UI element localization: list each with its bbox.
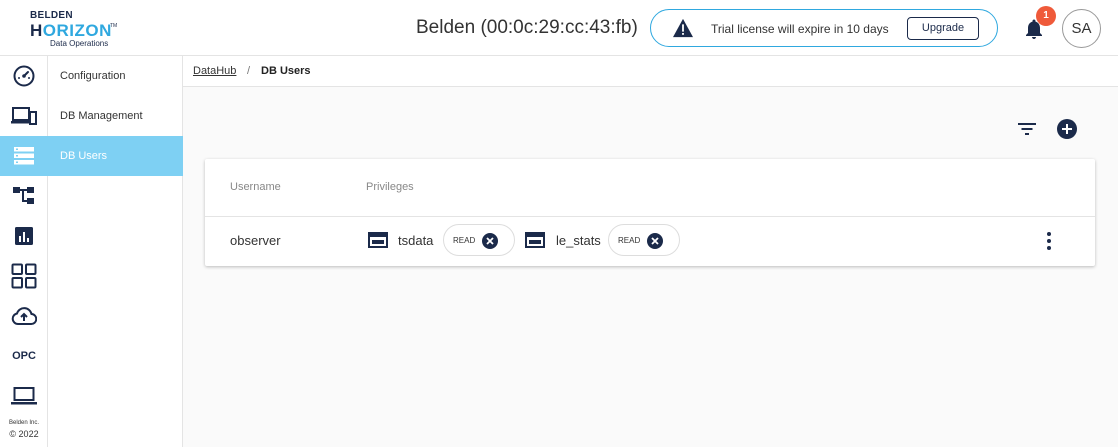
datahub-subnav: Configuration DB Management DB Users — [48, 56, 183, 447]
privilege-chip: READ — [443, 224, 515, 256]
storage-icon — [14, 147, 34, 165]
privilege-chip: READ — [608, 224, 680, 256]
column-header-username: Username — [230, 181, 281, 193]
subnav-item-db-users[interactable]: DB Users — [48, 136, 183, 176]
privilege-access-label: READ — [453, 236, 476, 245]
rail-item-cloud-upload[interactable] — [0, 296, 48, 336]
rail-item-storage[interactable] — [0, 136, 48, 176]
privilege-db-name: le_stats — [556, 233, 601, 248]
analytics-icon — [15, 227, 33, 245]
dashboard-icon — [13, 65, 35, 87]
license-message: Trial license will expire in 10 days — [711, 22, 889, 36]
belden-horizon-logo[interactable]: BELDEN HORIZON TM Data Operations — [28, 10, 128, 48]
filter-icon[interactable] — [1015, 118, 1039, 140]
more-options-icon[interactable] — [1043, 231, 1055, 251]
database-icon — [525, 232, 545, 248]
logo-brand: BELDEN — [30, 10, 73, 21]
breadcrumb: DataHub / DB Users — [183, 56, 1118, 87]
hierarchy-icon — [13, 187, 34, 204]
cloud-upload-icon — [11, 307, 37, 325]
table-row: observer tsdata READ le_stats READ — [205, 217, 1095, 266]
opc-icon: OPC — [12, 350, 36, 362]
rail-item-apps[interactable] — [0, 256, 48, 296]
add-user-icon[interactable] — [1056, 118, 1078, 140]
license-banner: Trial license will expire in 10 days Upg… — [650, 9, 998, 47]
app-header: BELDEN HORIZON TM Data Operations Belden… — [0, 0, 1118, 56]
rail-item-analytics[interactable] — [0, 216, 48, 256]
rail-footer: Belden Inc. © 2022 — [0, 420, 48, 439]
device-title: Belden (00:0c:29:cc:43:fb) — [416, 17, 638, 38]
rail-item-dashboard[interactable] — [0, 56, 48, 96]
breadcrumb-current: DB Users — [261, 65, 311, 77]
user-avatar[interactable]: SA — [1062, 9, 1101, 48]
breadcrumb-separator: / — [247, 65, 251, 77]
rail-item-opc[interactable]: OPC — [0, 336, 48, 376]
rail-item-hierarchy[interactable] — [0, 176, 48, 216]
footer-company: Belden Inc. — [8, 420, 40, 426]
rail-item-devices[interactable] — [0, 96, 48, 136]
icon-rail: OPC Belden Inc. © 2022 — [0, 56, 48, 447]
logo-tagline: Data Operations — [50, 39, 109, 48]
rail-item-laptop[interactable] — [0, 376, 48, 416]
laptop-icon — [11, 387, 37, 405]
apps-grid-icon — [11, 263, 37, 289]
privilege-access-label: READ — [618, 236, 641, 245]
subnav-item-db-management[interactable]: DB Management — [48, 96, 183, 136]
logo-product: HORIZON — [30, 21, 112, 40]
remove-privilege-icon[interactable] — [482, 233, 498, 249]
warning-icon — [673, 18, 693, 38]
upgrade-button[interactable]: Upgrade — [907, 17, 979, 40]
username-cell: observer — [230, 233, 281, 248]
notification-badge[interactable]: 1 — [1036, 6, 1056, 26]
remove-privilege-icon[interactable] — [647, 233, 663, 249]
devices-icon — [11, 107, 37, 125]
logo-trademark: TM — [110, 23, 118, 29]
subnav-item-configuration[interactable]: Configuration — [48, 56, 183, 96]
database-icon — [368, 232, 388, 248]
db-users-table: Username Privileges observer tsdata READ… — [205, 159, 1095, 266]
column-header-privileges: Privileges — [366, 181, 414, 193]
footer-year: © 2022 — [9, 429, 39, 439]
breadcrumb-datahub-link[interactable]: DataHub — [193, 65, 236, 77]
privilege-db-name: tsdata — [398, 233, 434, 248]
